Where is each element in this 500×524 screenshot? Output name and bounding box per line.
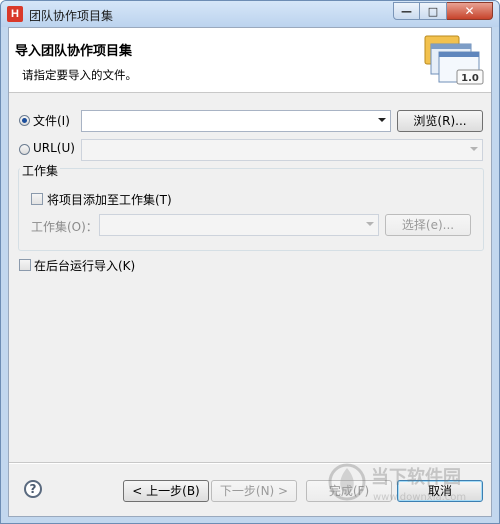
page-description: 请指定要导入的文件。	[22, 68, 137, 82]
footer-divider	[9, 462, 491, 464]
run-in-background-label[interactable]: 在后台运行导入(K)	[34, 257, 135, 274]
import-wizard-icon: 1.0	[424, 35, 484, 85]
maximize-icon: □	[427, 5, 439, 18]
file-path-combo[interactable]	[81, 110, 391, 132]
chevron-down-icon[interactable]	[470, 147, 478, 151]
minimize-icon: —	[401, 5, 412, 18]
back-button[interactable]: < 上一步(B)	[123, 480, 209, 502]
chevron-down-icon[interactable]	[378, 118, 386, 122]
wizard-banner: 导入团队协作项目集 请指定要导入的文件。 1.0	[9, 28, 491, 93]
url-radio-label[interactable]: URL(U)	[33, 141, 75, 155]
finish-button[interactable]: 完成(F)	[306, 480, 392, 502]
window-title: 团队协作项目集	[29, 9, 114, 23]
url-radio[interactable]	[19, 144, 30, 155]
dialog-body: 导入团队协作项目集 请指定要导入的文件。 1.0 文件(I) 浏览(R)... …	[8, 27, 492, 517]
minimize-button[interactable]: —	[393, 2, 420, 20]
select-working-set-button[interactable]: 选择(e)...	[385, 214, 471, 236]
file-radio[interactable]	[19, 115, 30, 126]
next-button[interactable]: 下一步(N) >	[211, 480, 297, 502]
url-combo[interactable]	[81, 139, 483, 161]
add-to-working-set-label[interactable]: 将项目添加至工作集(T)	[47, 191, 172, 208]
version-badge: 1.0	[461, 73, 479, 84]
working-set-group-title: 工作集	[20, 162, 61, 179]
run-in-background-checkbox[interactable]	[19, 259, 31, 271]
window-controls: — □ ✕	[393, 2, 493, 20]
add-to-working-set-checkbox[interactable]	[31, 193, 43, 205]
app-logo-icon: H	[7, 6, 23, 22]
help-icon[interactable]: ?	[24, 480, 42, 498]
title-bar[interactable]: H 团队协作项目集 — □ ✕	[1, 1, 499, 27]
working-set-field-label: 工作集(O)：	[31, 220, 98, 234]
close-button[interactable]: ✕	[447, 2, 493, 20]
page-title: 导入团队协作项目集	[15, 44, 133, 59]
chevron-down-icon[interactable]	[366, 222, 374, 226]
close-icon: ✕	[464, 4, 475, 18]
cancel-button[interactable]: 取消	[397, 480, 483, 502]
dialog-window: H 团队协作项目集 — □ ✕ 导入团队协作项目集 请指定要导入的文件。 1.0…	[0, 0, 500, 524]
working-set-group	[18, 168, 484, 251]
maximize-button[interactable]: □	[420, 2, 447, 20]
working-set-combo[interactable]	[99, 214, 379, 236]
browse-button[interactable]: 浏览(R)...	[397, 110, 483, 132]
file-radio-label[interactable]: 文件(I)	[33, 112, 70, 129]
